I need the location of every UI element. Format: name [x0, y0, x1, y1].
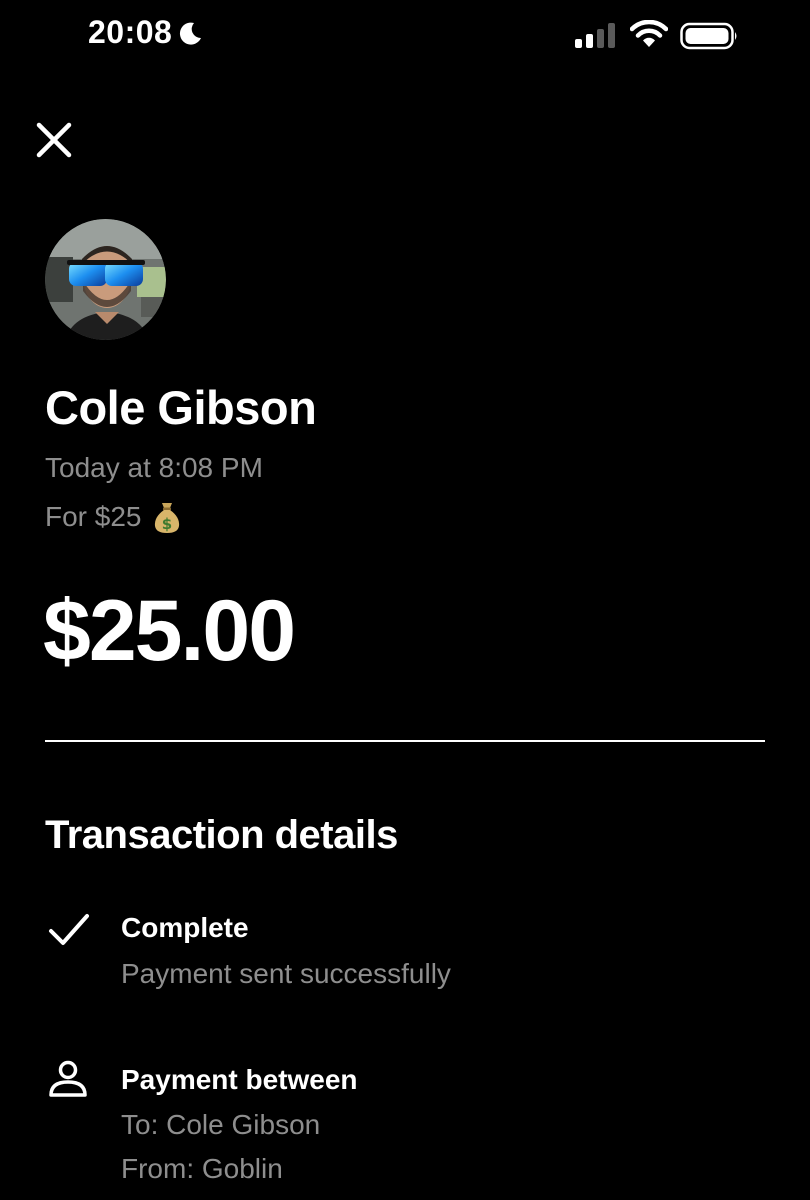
payment-note-text: For $25 — [45, 501, 142, 532]
recipient-line: To: Cole Gibson — [121, 1109, 321, 1140]
svg-text:$: $ — [161, 515, 171, 533]
status-time: 20:08 — [88, 14, 173, 50]
sender-line: From: Goblin — [121, 1153, 283, 1184]
close-button[interactable] — [32, 118, 76, 162]
moon-icon — [180, 22, 202, 45]
wifi-icon — [630, 20, 668, 47]
status-bar: 20:08 — [0, 0, 810, 70]
battery-icon — [680, 22, 737, 50]
status-label: Complete — [121, 912, 249, 943]
payment-between-label: Payment between — [121, 1064, 358, 1095]
divider — [45, 740, 765, 742]
status-description: Payment sent successfully — [121, 958, 451, 989]
avatar — [45, 219, 166, 340]
payment-amount: $25.00 — [43, 583, 296, 679]
check-icon — [49, 914, 89, 945]
payment-note: For $25 $ — [45, 500, 182, 534]
close-icon — [36, 122, 72, 158]
contact-name: Cole Gibson — [45, 381, 317, 434]
money-bag-icon: $ — [154, 503, 179, 533]
transaction-details-title: Transaction details — [45, 813, 398, 857]
status-time-group: 20:08 — [88, 14, 204, 51]
person-icon — [49, 1060, 87, 1097]
transaction-timestamp: Today at 8:08 PM — [45, 452, 263, 483]
signal-icon — [575, 23, 615, 48]
